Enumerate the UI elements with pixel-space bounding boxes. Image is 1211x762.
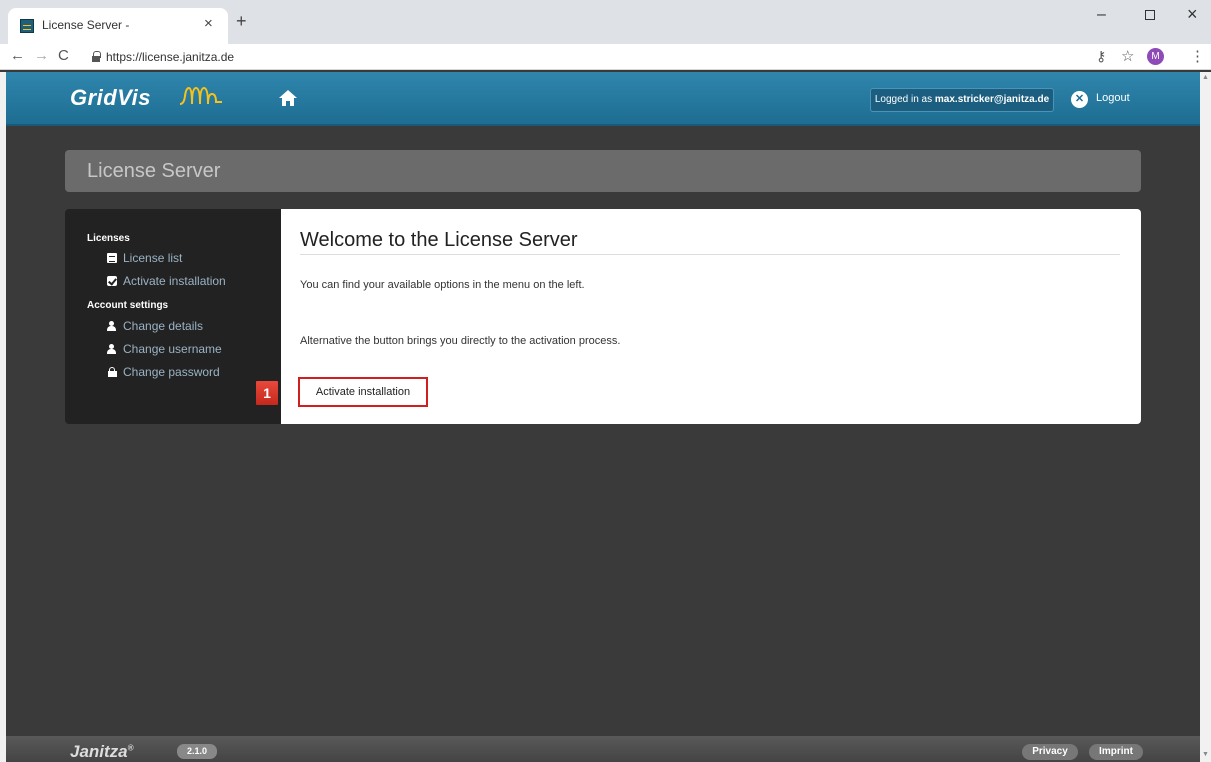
janitza-logo-text: Janitza xyxy=(70,742,128,761)
lock-icon xyxy=(92,51,101,62)
sidebar-item-label: Change username xyxy=(123,342,222,356)
sidebar-section-licenses: Licenses xyxy=(87,233,130,244)
sidebar-item-label: Change details xyxy=(123,319,204,333)
maximize-icon[interactable] xyxy=(1145,10,1155,20)
reload-icon[interactable]: C xyxy=(58,47,69,64)
logged-in-info: Logged in as max.stricker@janitza.de xyxy=(870,88,1054,112)
registered-mark: ® xyxy=(127,743,134,753)
page-title: License Server xyxy=(87,160,221,182)
sidebar-section-account: Account settings xyxy=(87,300,169,311)
key-icon[interactable]: ⚷ xyxy=(1096,48,1106,65)
app-header: GridVis Logged in as max.stricker@janitz… xyxy=(6,72,1200,126)
favicon-icon xyxy=(20,19,34,33)
address-bar[interactable]: https://license.janitza.de xyxy=(106,50,234,64)
activate-installation-button[interactable]: Activate installation xyxy=(298,377,428,407)
main-content: Welcome to the License Server You can fi… xyxy=(281,209,1141,424)
imprint-link[interactable]: Imprint xyxy=(1089,744,1143,760)
heading-divider xyxy=(300,254,1120,255)
minimize-icon[interactable]: – xyxy=(1097,6,1106,24)
browser-toolbar: ← → C https://license.janitza.de ⚷ ☆ M ⋮ xyxy=(0,44,1211,70)
tab-close-icon[interactable]: × xyxy=(204,15,213,32)
checkbox-icon xyxy=(107,276,117,286)
info-text-alternative: Alternative the button brings you direct… xyxy=(300,335,621,347)
bookmark-star-icon[interactable]: ☆ xyxy=(1121,47,1134,65)
list-icon xyxy=(107,253,117,263)
sidebar: Licenses License list Activate installat… xyxy=(65,209,285,424)
forward-arrow-icon[interactable]: → xyxy=(34,47,49,64)
page-title-bar: License Server xyxy=(65,150,1141,192)
sidebar-item-label: Change password xyxy=(123,365,220,379)
gridvis-logo: GridVis xyxy=(70,85,151,110)
browser-tabstrip: License Server - × + – × xyxy=(0,0,1211,44)
logged-in-user: max.stricker@janitza.de xyxy=(934,94,1050,105)
new-tab-icon[interactable]: + xyxy=(236,11,247,32)
sidebar-item-label: Activate installation xyxy=(123,274,226,288)
privacy-link[interactable]: Privacy xyxy=(1022,744,1078,760)
scroll-up-icon[interactable]: ▲ xyxy=(1202,74,1209,81)
welcome-heading: Welcome to the License Server xyxy=(300,229,578,251)
sidebar-item-label: License list xyxy=(123,251,183,265)
window-close-icon[interactable]: × xyxy=(1187,4,1198,25)
page-edge xyxy=(0,72,6,762)
home-icon[interactable] xyxy=(278,89,298,107)
browser-menu-icon[interactable]: ⋮ xyxy=(1190,47,1205,65)
logout-button[interactable]: Logout xyxy=(1096,92,1130,104)
scroll-down-icon[interactable]: ▼ xyxy=(1202,751,1209,758)
tab-title: License Server - xyxy=(42,18,130,32)
user-edit-icon xyxy=(107,344,117,354)
janitza-logo: Janitza® xyxy=(70,742,134,762)
step-marker-badge: 1 xyxy=(256,381,278,405)
lock-icon xyxy=(107,367,117,377)
wave-logo-icon xyxy=(179,86,222,105)
back-arrow-icon[interactable]: ← xyxy=(10,47,25,64)
logout-icon[interactable]: ✕ xyxy=(1071,91,1088,108)
browser-tab[interactable]: License Server - × xyxy=(8,8,228,44)
version-badge: 2.1.0 xyxy=(177,744,217,759)
logged-in-prefix: Logged in as xyxy=(874,94,935,105)
info-text: You can find your available options in t… xyxy=(300,279,585,291)
user-edit-icon xyxy=(107,321,117,331)
profile-avatar[interactable]: M xyxy=(1147,48,1164,65)
page-scrollbar[interactable] xyxy=(1200,72,1211,762)
footer: Janitza® 2.1.0 Privacy Imprint xyxy=(6,736,1200,762)
